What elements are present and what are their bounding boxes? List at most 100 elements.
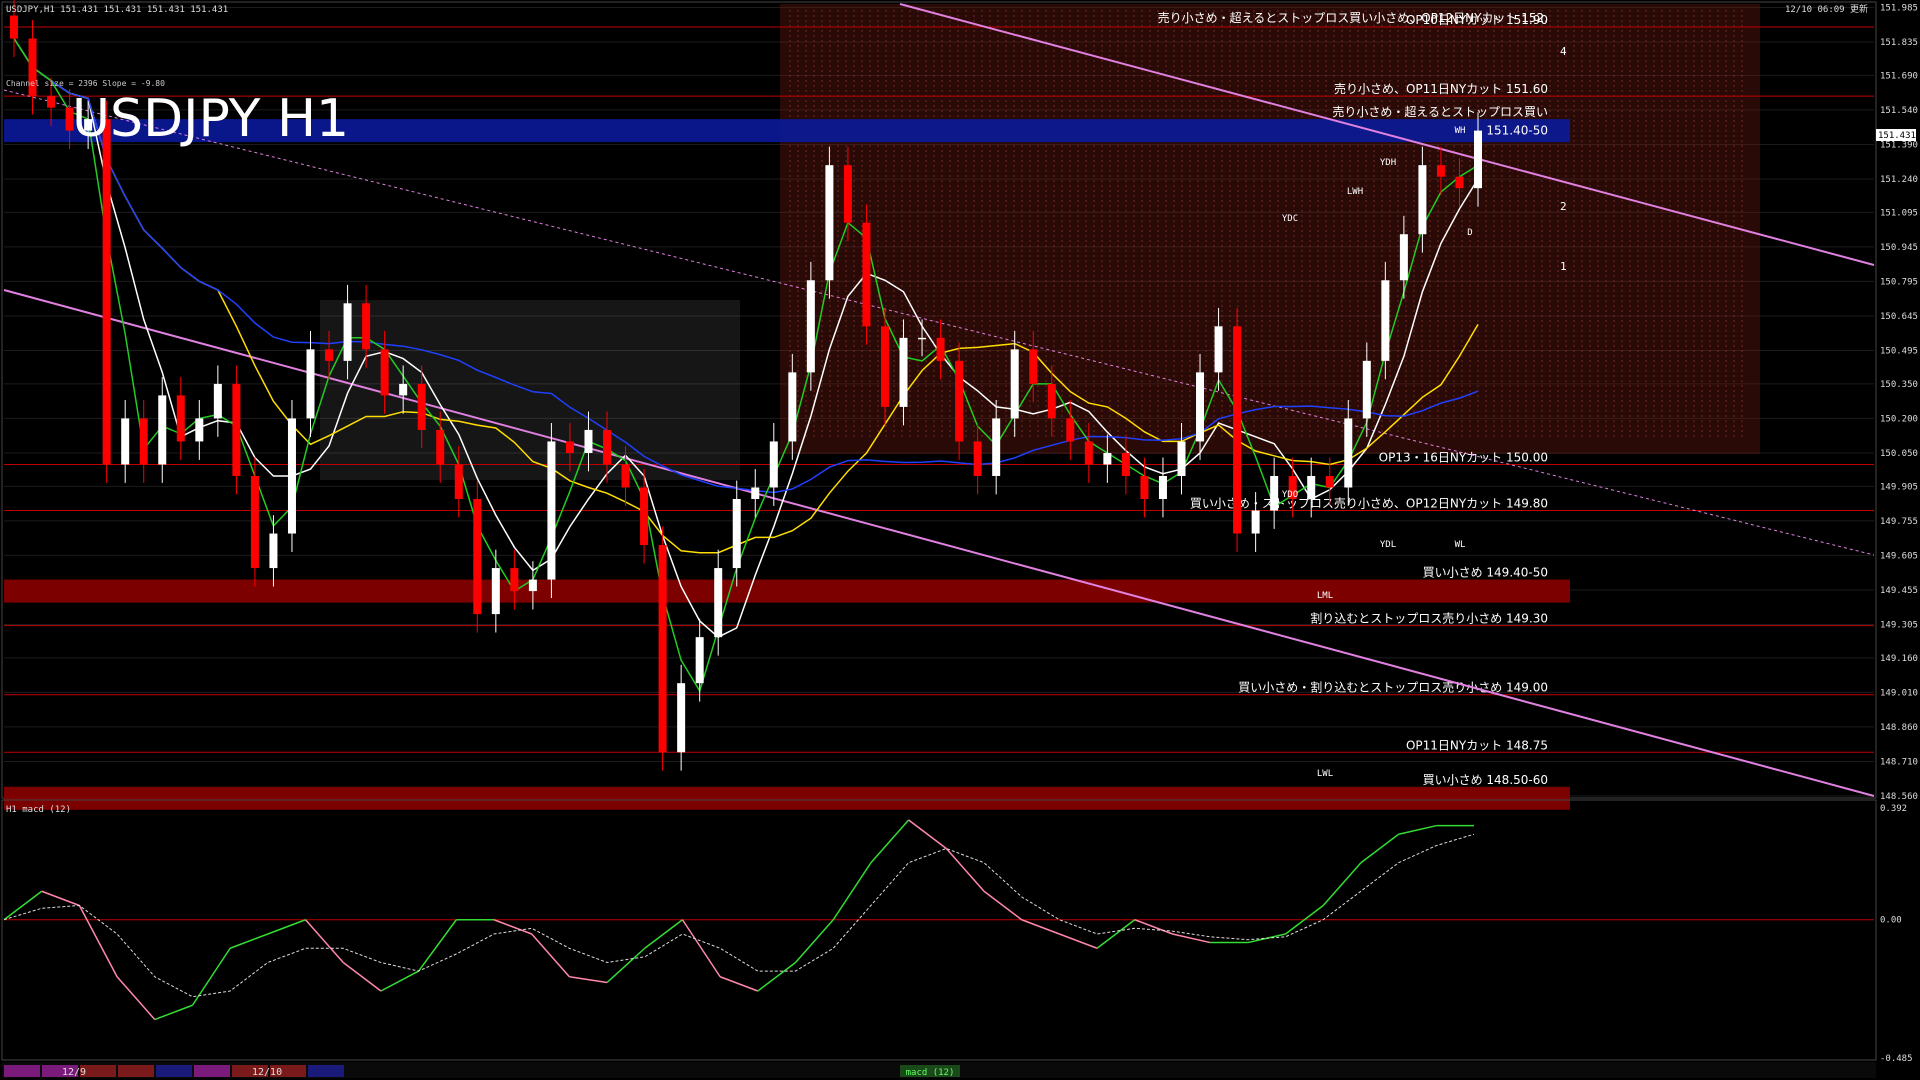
candle-body <box>862 222 871 327</box>
candle-body <box>751 487 760 499</box>
price-tick-label: 150.200 <box>1880 414 1918 424</box>
candle-body <box>936 337 945 361</box>
level-label: 買い小さめ 149.40-50 <box>1423 566 1548 580</box>
price-tick-label: 149.160 <box>1880 654 1918 664</box>
marker-label: YDL <box>1380 540 1396 550</box>
session-bar <box>156 1065 192 1077</box>
candle-body <box>250 475 259 569</box>
candle-body <box>640 487 649 546</box>
candle-body <box>139 418 148 465</box>
symbol-header: USDJPY,H1 151.431 151.431 151.431 151.43… <box>6 5 228 15</box>
level-label: 売り小さめ、OP11日NYカット 151.60 <box>1334 81 1548 96</box>
candle-body <box>10 15 18 39</box>
marker-label: LML <box>1317 591 1333 601</box>
level-label: 売り小さめ・超えるとストップロス買い <box>1332 104 1548 119</box>
candle-body <box>380 349 389 396</box>
current-price-label: 151.431 <box>1878 131 1916 141</box>
candle-body <box>195 418 204 442</box>
candle-body <box>176 395 185 442</box>
candle-body <box>362 303 371 350</box>
candle-body <box>1010 349 1019 419</box>
marker-label: LWL <box>1317 769 1333 779</box>
price-band <box>4 579 1570 603</box>
candle-body <box>992 418 1001 476</box>
price-tick-label: 149.455 <box>1880 586 1918 596</box>
candle-body <box>1418 165 1427 235</box>
price-tick-label: 150.795 <box>1880 277 1918 287</box>
macd-tick-label: -0.485 <box>1880 1054 1913 1064</box>
macd-tab-label[interactable]: macd (12) <box>906 1068 955 1078</box>
level-label: 買い小さめ・割り込むとストップロス売り小さめ 149.00 <box>1238 680 1548 695</box>
candle-body <box>1233 326 1242 534</box>
candle-body <box>1325 475 1334 488</box>
candle-body <box>158 395 167 465</box>
marker-label: YDC <box>1282 214 1298 224</box>
price-tick-label: 150.495 <box>1880 347 1918 357</box>
marker-label: YDH <box>1380 158 1396 168</box>
price-tick-label: 150.350 <box>1880 380 1918 390</box>
candle-body <box>491 568 500 615</box>
candle-body <box>232 383 241 476</box>
candle-body <box>547 441 556 580</box>
candle-body <box>714 568 723 638</box>
price-tick-label: 151.985 <box>1880 3 1918 13</box>
candle-body <box>213 383 222 419</box>
candle-body <box>899 337 908 407</box>
marker-label: LWH <box>1347 187 1363 197</box>
level-label: OP13・16日NYカット 150.00 <box>1379 450 1548 464</box>
session-bar <box>308 1065 344 1077</box>
candle-body <box>1066 418 1075 442</box>
candle-body <box>603 429 612 465</box>
price-tick-label: 151.095 <box>1880 208 1918 218</box>
marker-label: YDO <box>1282 490 1298 500</box>
candle-body <box>1474 130 1482 189</box>
price-tick-label: 151.390 <box>1880 140 1918 150</box>
candle-body <box>1158 475 1167 499</box>
candle-body <box>1029 349 1038 384</box>
candle-body <box>1307 475 1316 499</box>
session-bar <box>118 1065 154 1077</box>
candle-body <box>1270 475 1279 511</box>
marker-label: WH <box>1455 126 1466 136</box>
level-label: 買い小さめ・ストップロス売り小さめ、OP12日NYカット 149.80 <box>1190 496 1548 511</box>
candle-body <box>1455 176 1464 189</box>
candle-body <box>325 349 334 361</box>
candle-body <box>621 464 630 488</box>
candle-body <box>1177 441 1186 476</box>
candle-body <box>1381 280 1390 361</box>
level-label: OP11日NYカット 148.75 <box>1406 738 1548 752</box>
price-tick-label: 150.945 <box>1880 243 1918 253</box>
candle-body <box>1251 510 1260 534</box>
candle-body <box>454 464 463 499</box>
price-band <box>4 786 1570 810</box>
timestamp: 12/10 06:09 更新 <box>1785 3 1868 15</box>
level-label: 割り込むとストップロス売り小さめ 149.30 <box>1310 611 1548 626</box>
candle-body <box>1196 372 1205 442</box>
projection-label: 2 <box>1560 200 1567 213</box>
candle-body <box>806 280 815 373</box>
price-tick-label: 149.010 <box>1880 688 1918 698</box>
candle-body <box>399 383 408 396</box>
candle-body <box>1103 452 1112 465</box>
price-tick-label: 150.645 <box>1880 312 1918 322</box>
macd-tick-label: 0.392 <box>1880 804 1907 814</box>
candle-body <box>732 499 741 569</box>
candle-body <box>1121 452 1130 476</box>
candle-body <box>1047 383 1056 419</box>
candle-body <box>436 429 445 465</box>
marker-label: WL <box>1455 540 1466 550</box>
candle-body <box>695 637 704 684</box>
price-tick-label: 151.835 <box>1880 38 1918 48</box>
candle-body <box>1436 165 1445 177</box>
chart-title: USDJPY H1 <box>72 89 349 149</box>
candle-body <box>584 429 593 453</box>
candle-body <box>1140 475 1149 499</box>
date-label-2: 12/10 <box>252 1067 282 1078</box>
candle-body <box>918 337 927 340</box>
price-tick-label: 151.240 <box>1880 175 1918 185</box>
candle-body <box>1399 234 1408 281</box>
session-bar <box>194 1065 230 1077</box>
candle-body <box>677 683 686 753</box>
candle-body <box>843 165 852 223</box>
candle-body <box>510 568 519 592</box>
